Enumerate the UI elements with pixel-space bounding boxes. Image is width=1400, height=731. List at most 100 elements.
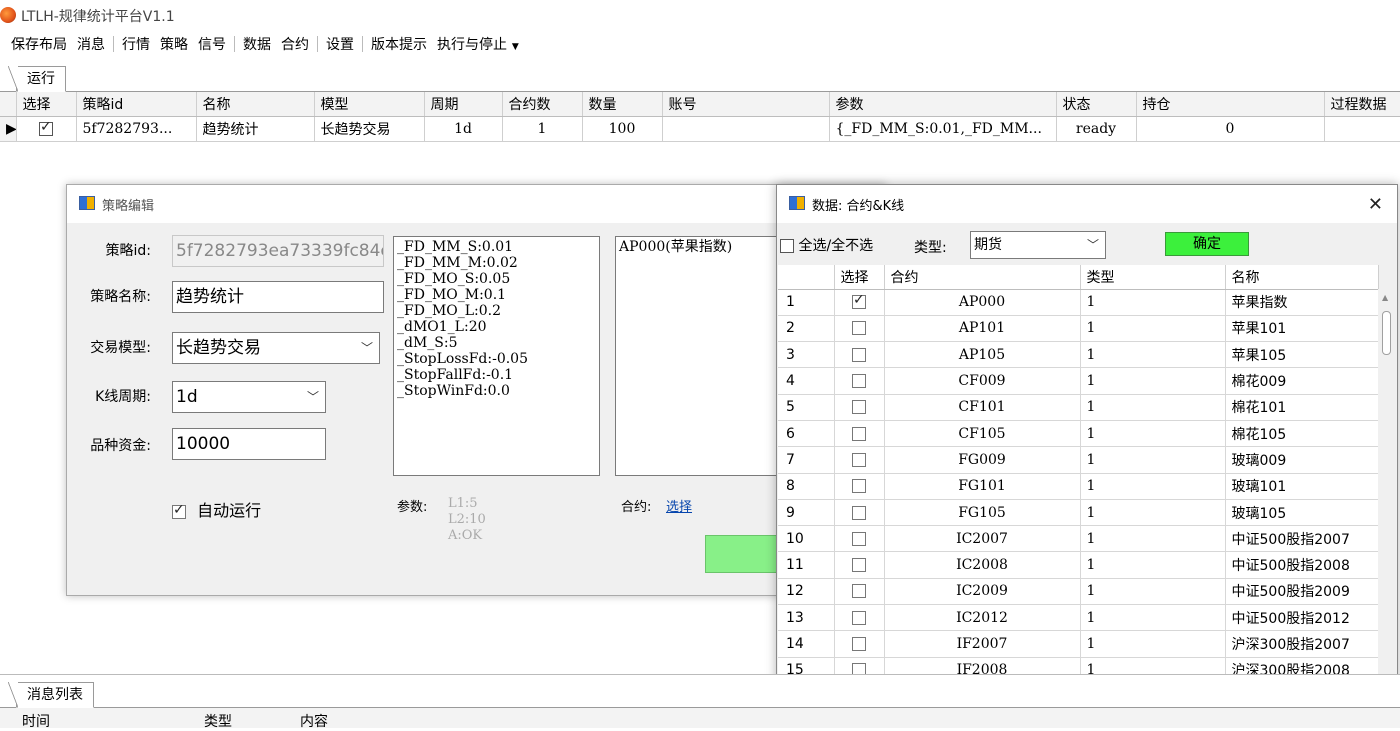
table-row[interactable]: ▶ 5f7282793... 趋势统计 长趋势交易 1d 1 100 {_FD_… [0, 116, 1400, 142]
confirm-button[interactable]: 确定 [1165, 232, 1249, 256]
contract-code-cell: FG009 [884, 446, 1081, 474]
params-textarea[interactable]: _FD_MM_S:0.01 _FD_MM_M:0.02 _FD_MO_S:0.0… [393, 236, 600, 476]
column-header[interactable]: 账号 [662, 92, 830, 117]
column-header[interactable]: 选择 [16, 92, 77, 117]
row-checkbox[interactable] [852, 347, 866, 362]
tab-run[interactable]: 运行 [8, 66, 66, 92]
row-select-cell[interactable] [834, 341, 885, 369]
dialog-title-bar[interactable]: 策略编辑 [67, 185, 885, 223]
row-checkbox[interactable] [852, 479, 866, 494]
select-contracts-link[interactable]: 选择 [666, 496, 692, 515]
menu-contracts[interactable]: 合约 [276, 34, 314, 54]
table-row[interactable]: 9 FG105 1 玻璃105 [778, 499, 1379, 527]
menu-signal[interactable]: 信号 [193, 34, 231, 54]
trade-model-select[interactable]: 长趋势交易 ﹀ [172, 332, 380, 364]
row-checkbox[interactable] [852, 426, 866, 441]
tab-message-list[interactable]: 消息列表 [8, 682, 94, 708]
table-row[interactable]: 12 IC2009 1 中证500股指2009 [778, 578, 1379, 606]
kline-period-select[interactable]: 1d ﹀ [172, 381, 326, 413]
menu-strategy[interactable]: 策略 [155, 34, 193, 54]
row-checkbox[interactable] [852, 584, 866, 599]
row-select-cell[interactable] [834, 420, 885, 448]
row-select-cell[interactable] [834, 315, 885, 343]
menu-messages[interactable]: 消息 [72, 34, 110, 54]
row-select-cell[interactable] [834, 473, 885, 500]
menu-market[interactable]: 行情 [117, 34, 155, 54]
table-row[interactable]: 8 FG101 1 玻璃101 [778, 473, 1379, 500]
column-header[interactable]: 过程数据 [1324, 92, 1400, 117]
row-checkbox[interactable] [852, 400, 866, 415]
row-select-cell[interactable] [834, 578, 885, 606]
contract-code-cell: CF101 [884, 394, 1081, 421]
auto-run-checkbox[interactable]: 自动运行 [172, 497, 261, 521]
type-select[interactable]: 期货 ﹀ [970, 231, 1106, 259]
row-checkbox[interactable] [852, 531, 866, 546]
row-checkbox[interactable] [852, 374, 866, 389]
row-checkbox[interactable] [852, 321, 866, 336]
table-row[interactable]: 2 AP101 1 苹果101 [778, 315, 1379, 343]
column-header[interactable]: 时间 [22, 711, 50, 731]
row-select-cell[interactable] [834, 289, 885, 316]
close-icon[interactable]: ✕ [1368, 194, 1383, 215]
select-all-checkbox[interactable]: 全选/全不选 [780, 235, 873, 255]
row-checkbox[interactable] [852, 452, 866, 467]
row-select-cell[interactable] [834, 630, 885, 658]
row-select-cell[interactable] [834, 604, 885, 632]
select-all-check[interactable] [780, 239, 794, 253]
dialog-title-bar[interactable]: 数据: 合约&K线 ✕ [777, 185, 1397, 223]
menu-data[interactable]: 数据 [238, 34, 276, 54]
row-select-cell[interactable] [834, 367, 885, 395]
table-row[interactable]: 3 AP105 1 苹果105 [778, 341, 1379, 369]
capital-label: 品种资金: [90, 438, 151, 454]
row-select-cell[interactable] [834, 499, 885, 527]
row-checkbox[interactable] [852, 637, 866, 651]
strategy-name-field[interactable]: 趋势统计 [172, 281, 384, 313]
row-checkbox[interactable] [852, 558, 866, 573]
table-row[interactable]: 5 CF101 1 棉花101 [778, 394, 1379, 421]
menu-save-layout[interactable]: 保存布局 [6, 34, 72, 54]
row-select-cell[interactable] [834, 446, 885, 474]
row-select-cell[interactable] [834, 551, 885, 579]
row-checkbox[interactable] [39, 119, 53, 136]
menu-version-notes[interactable]: 版本提示 [366, 34, 432, 54]
table-row[interactable]: 7 FG009 1 玻璃009 [778, 446, 1379, 474]
column-header[interactable]: 类型 [204, 711, 232, 731]
row-select-cell[interactable] [834, 525, 885, 553]
column-header[interactable]: 内容 [300, 711, 328, 731]
row-checkbox[interactable] [852, 505, 866, 520]
row-select-cell[interactable] [834, 394, 885, 421]
column-header[interactable]: 合约 [884, 265, 1081, 290]
menu-settings[interactable]: 设置 [321, 34, 359, 54]
column-header[interactable]: 名称 [1225, 265, 1379, 290]
row-checkbox[interactable] [852, 292, 866, 310]
scroll-up-icon[interactable]: ▲ [1382, 293, 1388, 302]
column-header[interactable]: 类型 [1080, 265, 1226, 290]
row-checkbox[interactable] [852, 610, 866, 625]
strategy-id-field[interactable]: 5f7282793ea73339fc84e [172, 235, 384, 267]
table-row[interactable]: 10 IC2007 1 中证500股指2007 [778, 525, 1379, 553]
column-header[interactable]: 周期 [424, 92, 503, 117]
auto-run-check[interactable] [172, 502, 186, 519]
table-row[interactable]: 11 IC2008 1 中证500股指2008 [778, 551, 1379, 579]
row-select-cell[interactable] [16, 116, 77, 142]
column-header[interactable]: 选择 [834, 265, 885, 290]
app-logo-icon [0, 7, 16, 23]
table-row[interactable]: 4 CF009 1 棉花009 [778, 367, 1379, 395]
table-row[interactable]: 1AP0001苹果指数 [778, 289, 1379, 316]
menu-separator [234, 36, 235, 52]
column-header[interactable]: 状态 [1056, 92, 1137, 117]
capital-field[interactable]: 10000 [172, 428, 326, 460]
table-row[interactable]: 13 IC2012 1 中证500股指2012 [778, 604, 1379, 632]
scroll-thumb[interactable] [1382, 311, 1391, 355]
menu-run-stop[interactable]: 执行与停止 ▼ [432, 34, 524, 54]
column-header[interactable]: 合约数 [502, 92, 583, 117]
table-row[interactable]: 14 IF2007 1 沪深300股指2007 [778, 630, 1379, 658]
column-header[interactable]: 持仓 [1136, 92, 1325, 117]
table-row[interactable]: 6 CF105 1 棉花105 [778, 420, 1379, 448]
column-header[interactable]: 策略id [76, 92, 197, 117]
vertical-scrollbar[interactable]: ▲ ▼ [1378, 289, 1395, 709]
column-header[interactable]: 数量 [582, 92, 663, 117]
column-header[interactable]: 参数 [829, 92, 1057, 117]
column-header[interactable]: 模型 [314, 92, 425, 117]
column-header[interactable]: 名称 [196, 92, 315, 117]
